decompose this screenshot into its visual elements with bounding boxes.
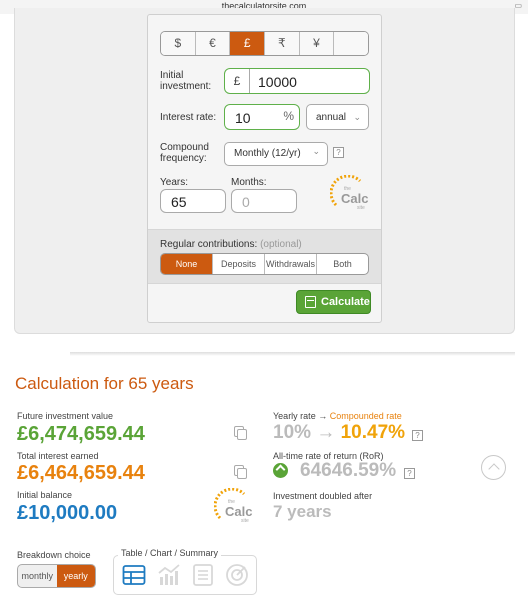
monthly-button[interactable]: monthly xyxy=(18,565,57,587)
help-icon[interactable]: ? xyxy=(404,468,415,479)
percent-suffix: % xyxy=(283,109,294,123)
total-interest-amount: £6,464,659.44 xyxy=(17,462,145,484)
months-placeholder: 0 xyxy=(242,194,250,210)
currency-euro[interactable]: € xyxy=(195,32,231,55)
breakdown-toggle: monthly yearly xyxy=(17,564,96,588)
months-label: Months: xyxy=(231,177,267,188)
years-value: 65 xyxy=(171,194,187,210)
future-value-amount: £6,474,659.44 xyxy=(17,423,145,445)
years-field[interactable]: 65 xyxy=(160,189,226,213)
yearly-rate-value: 10% xyxy=(273,422,312,443)
breakdown-label: Breakdown choice xyxy=(17,550,91,560)
currency-rupee[interactable]: ₹ xyxy=(265,32,300,55)
future-value-label: Future investment value xyxy=(17,411,114,421)
compound-frequency-select[interactable]: Monthly (12/yr) ⌄ xyxy=(224,142,328,166)
summary-view-icon[interactable] xyxy=(191,563,215,587)
contrib-deposits-button[interactable]: Deposits xyxy=(213,254,265,274)
compound-frequency-label: Compound frequency: xyxy=(160,142,209,164)
arrow-icon: → xyxy=(318,411,328,421)
section-divider xyxy=(70,352,515,356)
interest-rate-field[interactable]: 10 % xyxy=(224,104,300,130)
calculator-form: $ € £ ₹ ¥ Initial investment: £ 10000 In… xyxy=(147,14,382,323)
results-title: Calculation for 65 years xyxy=(15,374,194,393)
help-icon[interactable]: ? xyxy=(333,147,344,158)
interest-rate-value: 10 xyxy=(235,110,251,126)
contrib-withdrawals-button[interactable]: Withdrawals xyxy=(265,254,317,274)
currency-selector: $ € £ ₹ ¥ xyxy=(160,31,369,56)
initial-investment-label: Initial investment: xyxy=(160,70,212,92)
initial-investment-field[interactable]: £ 10000 xyxy=(224,68,370,94)
doubled-label: Investment doubled after xyxy=(273,491,373,501)
yearly-rate-label: Yearly rate → Compounded rate xyxy=(273,411,402,421)
yearly-rate-text: Yearly rate xyxy=(273,411,316,421)
optional-label: (optional) xyxy=(260,239,302,250)
years-label: Years: xyxy=(160,177,188,188)
logo-calc: Calc xyxy=(225,504,253,519)
currency-dollar[interactable]: $ xyxy=(161,32,196,55)
help-icon[interactable]: ? xyxy=(412,430,423,441)
battery-icon: ▭ xyxy=(514,1,522,10)
initial-balance-label: Initial balance xyxy=(17,490,73,500)
rate-period-select[interactable]: annual ⌄ xyxy=(306,104,369,130)
initial-investment-value: 10000 xyxy=(258,74,297,90)
copy-icon[interactable] xyxy=(234,465,247,479)
calculate-label: Calculate xyxy=(321,296,370,308)
rate-period-value: annual xyxy=(316,112,347,123)
calculate-button[interactable]: Calculate xyxy=(296,290,371,314)
calculator-site-logo: the Calc site xyxy=(330,175,372,217)
chevron-down-icon: ⌄ xyxy=(312,146,320,156)
yearly-rate-values: 10% → 10.47% xyxy=(273,422,405,444)
chevron-down-icon: ⌄ xyxy=(353,112,361,122)
doubled-value: 7 years xyxy=(273,502,332,521)
compounded-rate-value: 10.47% xyxy=(340,422,406,443)
compounded-rate-text: Compounded rate xyxy=(329,411,402,421)
gauge-view-icon[interactable] xyxy=(225,563,249,587)
scroll-to-top-button[interactable] xyxy=(481,455,506,480)
initial-balance-amount: £10,000.00 xyxy=(17,502,118,524)
months-field[interactable]: 0 xyxy=(231,189,297,213)
contrib-both-button[interactable]: Both xyxy=(317,254,368,274)
total-interest-label: Total interest earned xyxy=(17,451,99,461)
arrow-up-icon xyxy=(273,463,288,478)
currency-yen[interactable]: ¥ xyxy=(299,32,335,55)
calculator-icon xyxy=(305,296,316,308)
contributions-selector: None Deposits Withdrawals Both xyxy=(160,253,369,275)
contributions-section: Regular contributions: (optional) None D… xyxy=(148,229,381,284)
contributions-label: Regular contributions: (optional) xyxy=(160,239,302,250)
arrow-icon: → xyxy=(316,422,336,443)
contributions-title: Regular contributions: xyxy=(160,239,258,250)
compound-frequency-value: Monthly (12/yr) xyxy=(234,148,301,159)
view-choice-label: Table / Chart / Summary xyxy=(118,548,222,558)
ror-value: 64646.59% xyxy=(300,460,397,481)
logo-calc: Calc xyxy=(341,191,369,206)
contrib-none-button[interactable]: None xyxy=(161,254,213,274)
calculator-site-logo: the Calc site xyxy=(214,488,256,530)
currency-other[interactable] xyxy=(334,32,368,55)
copy-icon[interactable] xyxy=(234,426,247,440)
table-view-icon[interactable] xyxy=(122,563,146,587)
interest-rate-label: Interest rate: xyxy=(160,112,217,123)
chart-view-icon[interactable] xyxy=(157,563,181,587)
currency-prefix: £ xyxy=(225,69,250,93)
logo-site: site xyxy=(357,205,365,211)
logo-site: site xyxy=(241,518,249,524)
yearly-button[interactable]: yearly xyxy=(56,565,95,587)
currency-pound[interactable]: £ xyxy=(230,32,266,55)
